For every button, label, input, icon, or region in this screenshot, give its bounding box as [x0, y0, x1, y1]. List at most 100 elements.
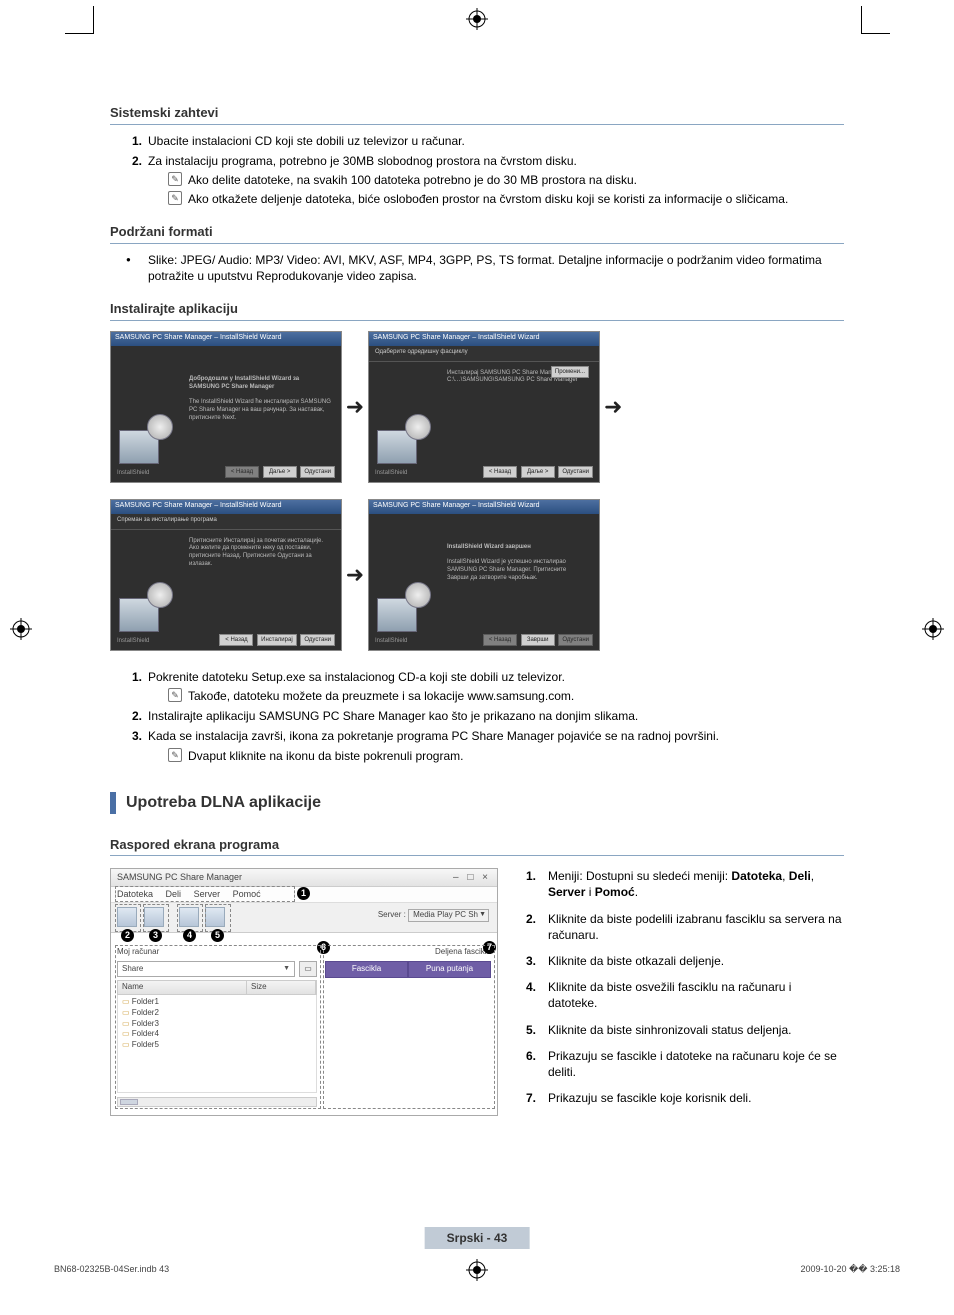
list-item: Instalirajte aplikaciju SAMSUNG PC Share… — [132, 708, 844, 724]
installer-subheader: Одабeрите одредишну фасциклу — [369, 346, 599, 362]
section-bar: Upotreba DLNA aplikacije — [110, 792, 844, 814]
callout-badge-5: 5 — [211, 929, 224, 942]
window-titlebar: SAMSUNG PC Share Manager – InstallShield… — [369, 500, 599, 514]
raspored-list: Meniji: Dostupni su sledeći meniji: Dato… — [526, 868, 844, 1116]
cancel-button[interactable]: Одустани — [558, 634, 593, 646]
callout-box-4 — [177, 904, 203, 932]
list-item: Kliknite da biste podelili izabranu fasc… — [526, 911, 844, 943]
scrollbar-thumb[interactable] — [120, 1099, 138, 1105]
text: Kliknite da biste osvežili fasciklu na r… — [548, 980, 791, 1010]
crop-mark — [93, 6, 94, 34]
cancel-button[interactable]: Одустани — [558, 466, 593, 478]
list-sistemski-zahtevi: Ubacite instalacioni CD koji ste dobili … — [110, 133, 844, 208]
note-icon: ✎ — [168, 688, 182, 702]
horizontal-scrollbar[interactable] — [117, 1097, 317, 1107]
registration-mark-icon — [466, 8, 488, 30]
server-dropdown[interactable]: Media Play PC Sh — [408, 909, 489, 922]
window-controls-icon: – □ × — [453, 871, 491, 885]
list-item: Pokrenite datoteku Setup.exe sa instalac… — [132, 669, 844, 704]
note-line: ✎ Takođe, datoteku možete da preuzmete i… — [148, 688, 844, 704]
print-footer-file: BN68-02325B-04Ser.indb 43 — [54, 1264, 169, 1274]
bold: Pomoć — [595, 885, 635, 899]
list-item-text: Kada se instalacija završi, ikona za pok… — [148, 729, 719, 743]
installer-subheader: Спреман за инсталирање програма — [111, 514, 341, 530]
back-button[interactable]: < Назад — [483, 466, 517, 478]
next-button[interactable]: Даље > — [521, 466, 555, 478]
list-item: Kliknite da biste sinhronizovali status … — [526, 1022, 844, 1038]
registration-mark-icon — [922, 618, 944, 640]
note-text: Takođe, datoteku možete da preuzmete i s… — [188, 689, 574, 703]
note-line: ✎ Ako otkažete deljenje datoteka, biće o… — [148, 191, 844, 207]
server-selector: Server : Media Play PC Sh — [378, 909, 489, 922]
installer-body: Притисните Инсталирај за почетак инстала… — [189, 530, 331, 569]
list-item-text: Instalirajte aplikaciju SAMSUNG PC Share… — [148, 709, 638, 723]
note-text: Ako delite datoteke, na svakih 100 datot… — [188, 173, 637, 187]
installer-body-heading: Добродошли у InstallShield Wizard за SAM… — [189, 376, 299, 390]
print-footer: BN68-02325B-04Ser.indb 43 2009-10-20 �� … — [54, 1264, 900, 1275]
raspored-layout: SAMSUNG PC Share Manager – □ × Datoteka … — [110, 868, 844, 1116]
text: Kliknite da biste podelili izabranu fasc… — [548, 912, 842, 942]
back-button[interactable]: < Назад — [483, 634, 517, 646]
list-item: Prikazuju se fascikle i datoteke na raču… — [526, 1048, 844, 1080]
installshield-label: InstallShield — [117, 469, 149, 477]
list-item: Slike: JPEG/ Audio: MP3/ Video: AVI, MKV… — [132, 252, 844, 284]
wizard-art-icon — [119, 414, 175, 464]
heading-podrzani-formati: Podržani formati — [110, 223, 844, 244]
list-item-text: Slike: JPEG/ Audio: MP3/ Video: AVI, MKV… — [148, 253, 822, 283]
crop-mark — [862, 33, 890, 34]
installshield-label: InstallShield — [375, 469, 407, 477]
back-button[interactable]: < Назад — [219, 634, 253, 646]
heading-instalirajte-aplikaciju: Instalirajte aplikaciju — [110, 300, 844, 321]
window-titlebar: SAMSUNG PC Share Manager – InstallShield… — [369, 332, 599, 346]
callout-box-3 — [143, 904, 169, 932]
print-footer-timestamp: 2009-10-20 �� 3:25:18 — [800, 1264, 900, 1275]
app-window-title: SAMSUNG PC Share Manager — [117, 872, 242, 882]
window-titlebar: SAMSUNG PC Share Manager – InstallShield… — [111, 332, 341, 346]
note-icon: ✎ — [168, 191, 182, 205]
install-instructions: Pokrenite datoteku Setup.exe sa instalac… — [110, 669, 844, 764]
page: Sistemski zahtevi Ubacite instalacioni C… — [0, 0, 954, 1315]
button-row: < Назад Заврши Одустани — [481, 634, 593, 646]
installer-body: InstallShield Wizard завршен InstallShie… — [447, 544, 589, 583]
installer-body-text: InstallShield Wizard је успешно инсталир… — [447, 559, 566, 581]
bold: Server — [548, 885, 585, 899]
list-item: Kliknite da biste otkazali deljenje. — [526, 953, 844, 969]
callout-box-7 — [323, 945, 495, 1109]
wizard-art-icon — [119, 582, 175, 632]
next-button[interactable]: Даље > — [263, 466, 297, 478]
install-button[interactable]: Инсталирај — [257, 634, 297, 646]
crop-mark — [65, 33, 93, 34]
app-window-titlebar: SAMSUNG PC Share Manager – □ × — [111, 869, 497, 887]
list-item: Ubacite instalacioni CD koji ste dobili … — [132, 133, 844, 149]
window-titlebar: SAMSUNG PC Share Manager – InstallShield… — [111, 500, 341, 514]
list-item-text: Ubacite instalacioni CD koji ste dobili … — [148, 134, 465, 148]
heading-sistemski-zahtevi: Sistemski zahtevi — [110, 104, 844, 125]
arrow-right-icon: ➜ — [342, 392, 368, 422]
text: Meniji: Dostupni su sledeći meniji: — [548, 869, 731, 883]
note-icon: ✎ — [168, 172, 182, 186]
section-upotreba: Upotreba DLNA aplikacije — [110, 792, 844, 814]
browse-button[interactable]: Промени... — [551, 366, 589, 378]
cancel-button[interactable]: Одустани — [300, 466, 335, 478]
list-podrzani-formati: Slike: JPEG/ Audio: MP3/ Video: AVI, MKV… — [110, 252, 844, 284]
note-line: ✎ Ako delite datoteke, na svakih 100 dat… — [148, 172, 844, 188]
callout-badge-3: 3 — [149, 929, 162, 942]
callout-box-6 — [115, 945, 321, 1109]
registration-mark-icon — [10, 618, 32, 640]
note-icon: ✎ — [168, 748, 182, 762]
installer-body: Добродошли у InstallShield Wizard за SAM… — [189, 376, 331, 423]
section-mark-icon — [110, 792, 116, 814]
note-text: Dvaput kliknite na ikonu da biste pokren… — [188, 749, 463, 763]
callout-box-2 — [115, 904, 141, 932]
finish-button[interactable]: Заврши — [521, 634, 555, 646]
list-item: Kada se instalacija završi, ikona za pok… — [132, 728, 844, 763]
text: Kliknite da biste sinhronizovali status … — [548, 1023, 791, 1037]
installer-step-4: SAMSUNG PC Share Manager – InstallShield… — [368, 499, 600, 651]
callout-box-1 — [115, 886, 295, 902]
list-item: Kliknite da biste osvežili fasciklu na r… — [526, 979, 844, 1011]
wizard-art-icon — [377, 414, 433, 464]
cancel-button[interactable]: Одустани — [300, 634, 335, 646]
installshield-label: InstallShield — [375, 637, 407, 645]
note-line: ✎ Dvaput kliknite na ikonu da biste pokr… — [148, 748, 844, 764]
back-button[interactable]: < Назад — [225, 466, 259, 478]
